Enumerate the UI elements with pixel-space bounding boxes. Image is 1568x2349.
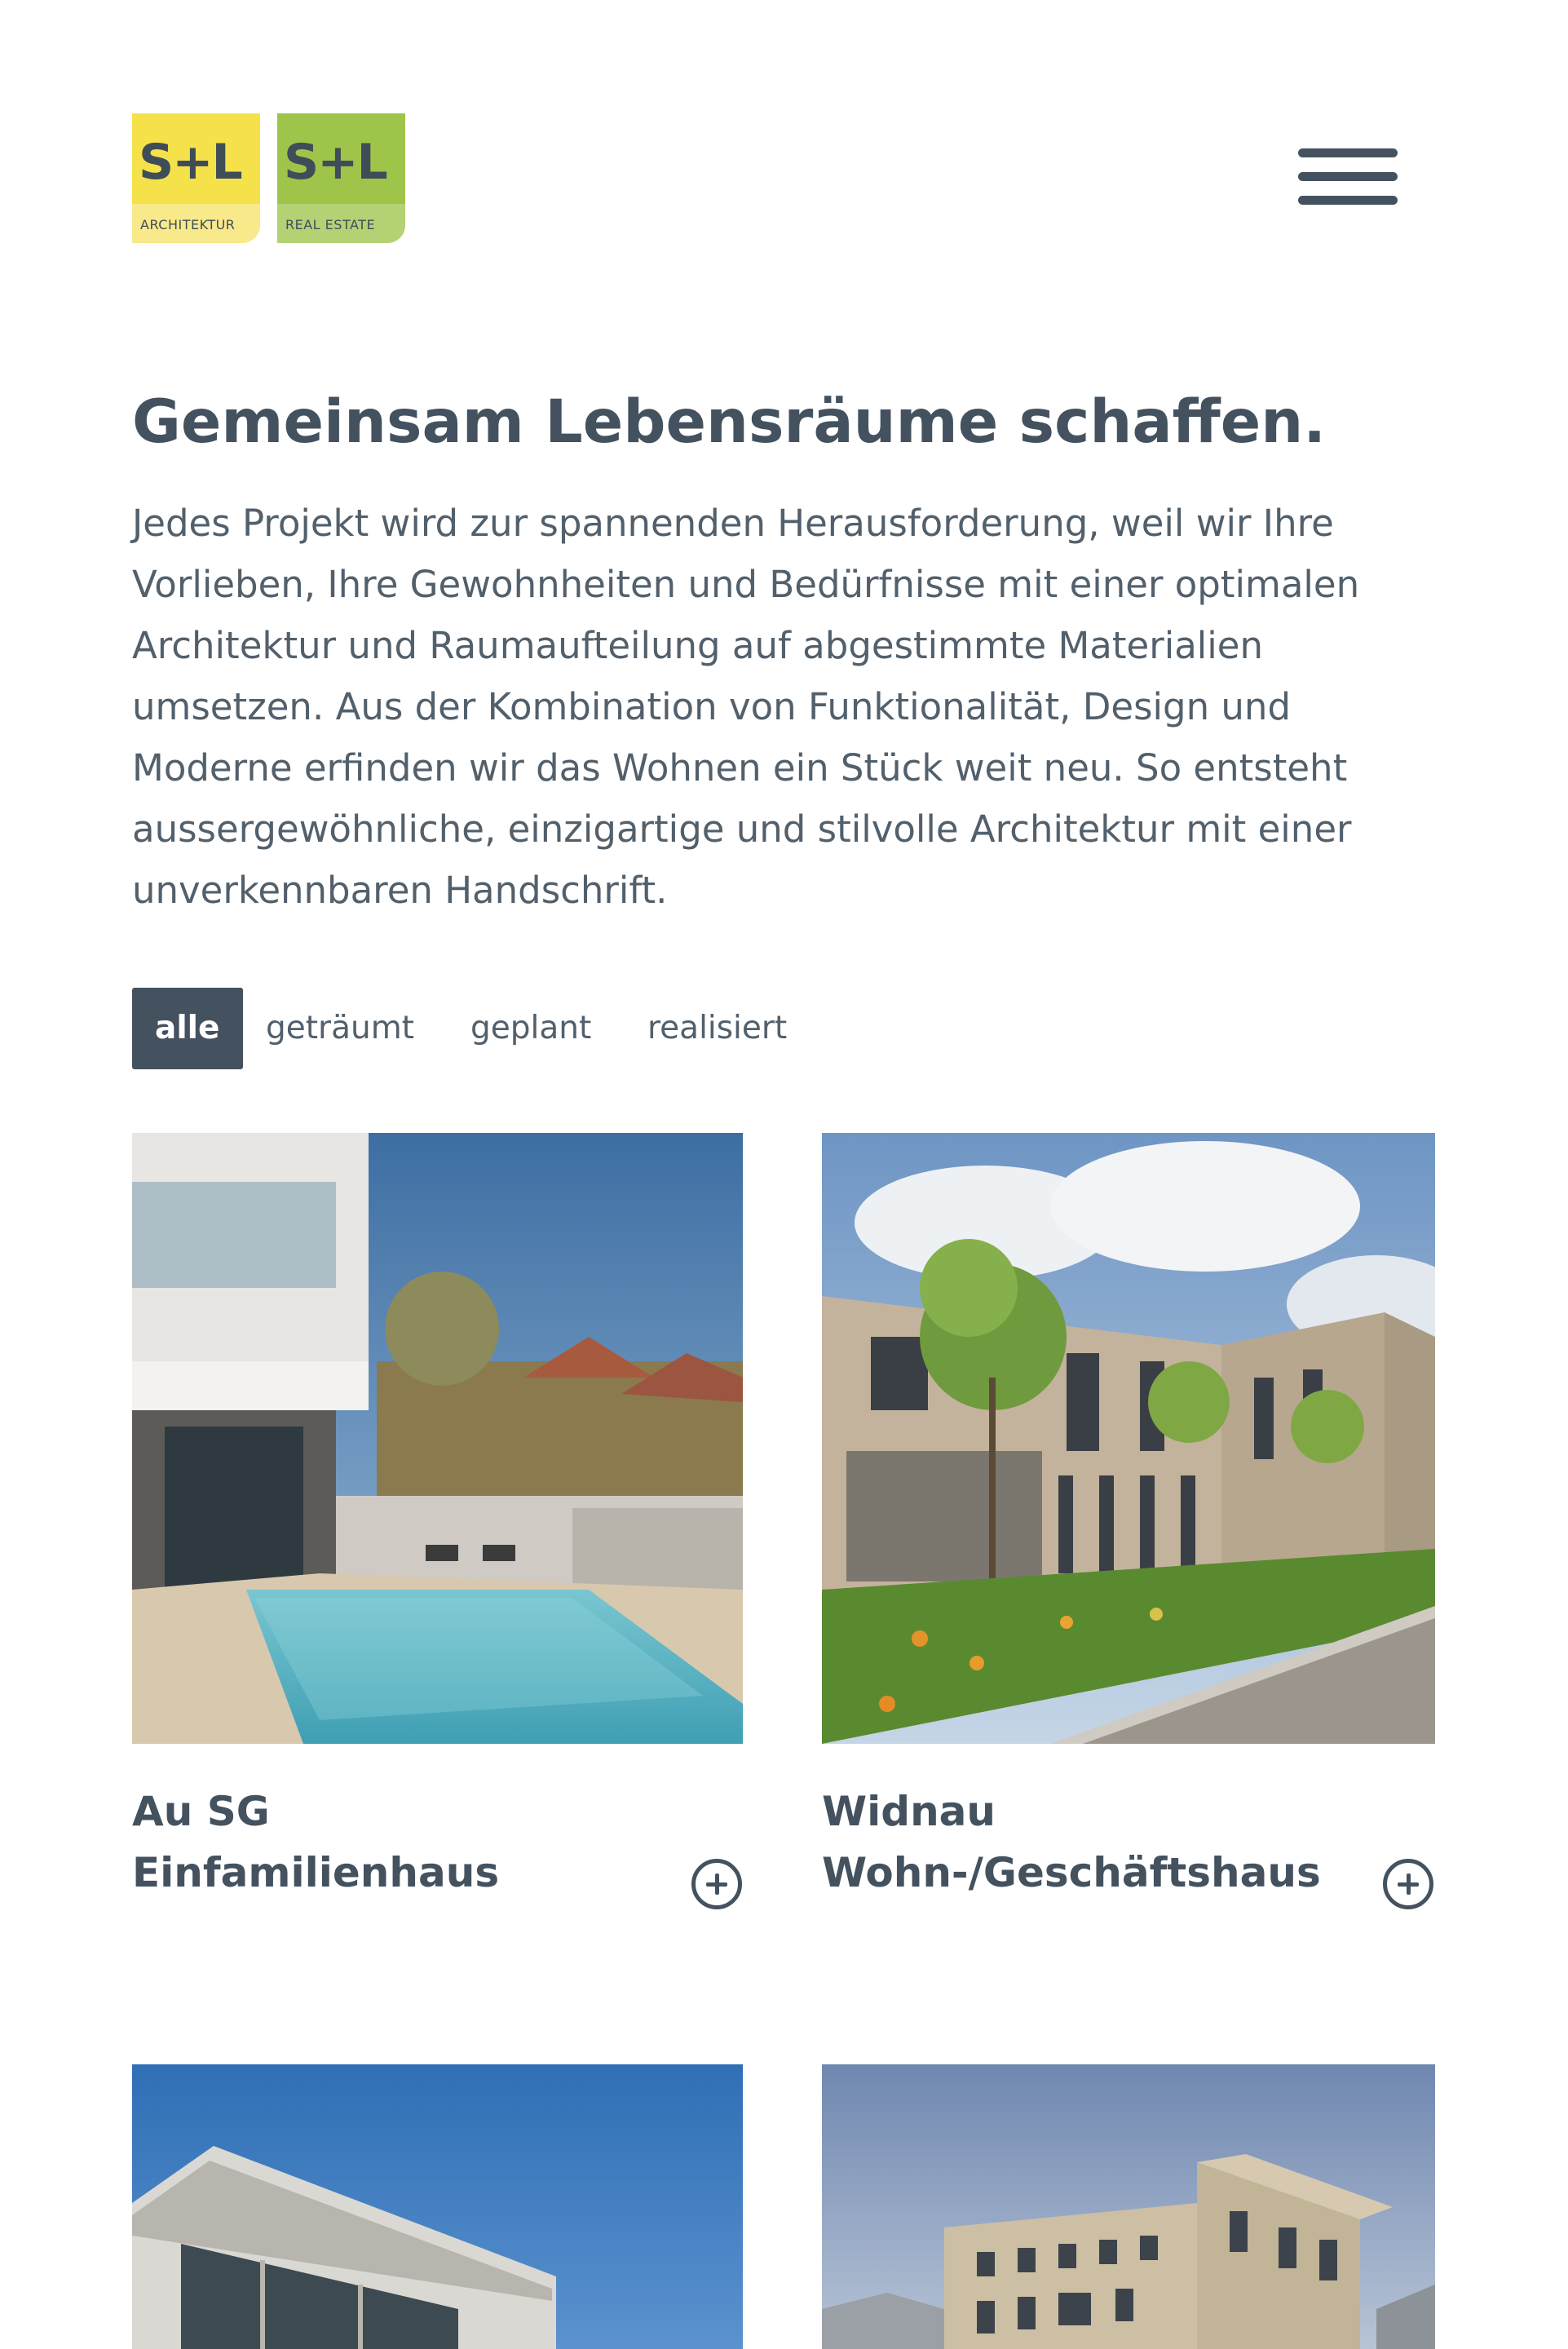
project-location-widnau: Widnau	[822, 1788, 996, 1835]
logo-architektur-mark: S+L	[139, 134, 243, 191]
apartment-building-photo	[822, 2064, 1435, 2349]
project-image-3[interactable]	[132, 2064, 743, 2349]
logo-architektur[interactable]: S+L ARCHITEKTUR	[132, 113, 260, 243]
page-headline: Gemeinsam Lebensräume schaffen.	[132, 387, 1326, 457]
hamburger-menu-icon[interactable]	[1298, 147, 1399, 209]
pool-house-photo	[132, 1133, 743, 1744]
plus-circle-icon[interactable]	[691, 1859, 742, 1909]
logo-real-estate-mark: S+L	[284, 134, 388, 191]
filter-realized[interactable]: realisiert	[647, 988, 787, 1069]
project-location-au-sg: Au SG	[132, 1788, 270, 1835]
plus-circle-icon[interactable]	[1383, 1859, 1433, 1909]
logo-architektur-label: ARCHITEKTUR	[140, 217, 236, 232]
project-image-au-sg[interactable]	[132, 1133, 743, 1744]
intro-text: Jedes Projekt wird zur spannenden Heraus…	[132, 502, 1360, 912]
logo-real-estate-label: REAL ESTATE	[285, 217, 376, 232]
logo-real-estate[interactable]: S+L REAL ESTATE	[277, 113, 405, 243]
page: S+L ARCHITEKTUR S+L REAL ESTATE Gemeinsa…	[0, 0, 1568, 2349]
project-type-widnau: Wohn-/Geschäftshaus	[822, 1849, 1321, 1896]
modern-house-photo	[132, 2064, 743, 2349]
filter-dreamed[interactable]: geträumt	[266, 988, 414, 1069]
project-image-widnau[interactable]	[822, 1133, 1435, 1744]
project-image-4[interactable]	[822, 2064, 1435, 2349]
project-type-au-sg: Einfamilienhaus	[132, 1849, 500, 1896]
filter-all[interactable]: alle	[132, 988, 243, 1069]
widnau-building-photo	[822, 1133, 1435, 1744]
filter-planned[interactable]: geplant	[470, 988, 591, 1069]
